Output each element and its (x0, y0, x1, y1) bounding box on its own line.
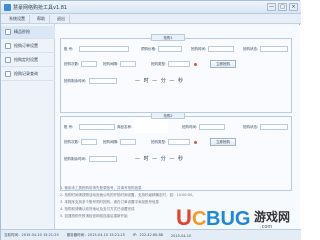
watermark-u: U (176, 205, 192, 230)
sidebar-item-label: 精品秒抢 (14, 29, 30, 34)
close-button[interactable]: × (289, 3, 298, 11)
redacted-area (134, 119, 168, 133)
status-field (260, 46, 288, 52)
interval-field[interactable] (120, 61, 136, 67)
window-title: 慧豪网络购抢工具v1.81 (13, 5, 68, 11)
count-label: 抢购次数: (64, 140, 80, 144)
status-local-time: 当前时间：2015-04-10 15:21:25 (4, 233, 59, 237)
document-icon (5, 29, 11, 35)
remaining-time-field (89, 78, 117, 84)
type-field[interactable] (168, 61, 190, 67)
instruction-line: 4. 抢购前请确认收货地址及支付方式已设置完成 (60, 207, 135, 211)
price-label: 预购价格: (141, 47, 157, 51)
count-field[interactable] (81, 139, 97, 145)
watermark-domain: .com (260, 224, 273, 230)
type-label: 抢购类型: (151, 62, 167, 66)
time-label: 抢购时间: (182, 125, 198, 129)
remaining-time-label: 抢购剩余时间: (64, 157, 87, 161)
interval-label: 抢购间隔: (103, 140, 119, 144)
panel-title: 抢购2 (151, 112, 185, 119)
status-date: 2015-04-10 (170, 233, 192, 238)
time-field[interactable] (208, 46, 234, 52)
sidebar: 精品秒抢 抢购订单设置 抢购定时设置 抢购记录查询 (1, 24, 55, 229)
settings-icon (5, 43, 11, 49)
sidebar-item-label: 抢购定时设置 (14, 57, 38, 62)
status-server-time: 服务器时间：2015-04-10 15:21:25 (66, 233, 125, 237)
sidebar-item-timer-settings[interactable]: 抢购定时设置 (1, 54, 55, 67)
remaining-time-label: 抢购剩余时间: (64, 79, 87, 83)
time-field[interactable] (199, 124, 225, 130)
sidebar-item-history[interactable]: 抢购记录查询 (1, 68, 55, 81)
count-label: 抢购次数: (64, 62, 80, 66)
account-field[interactable] (79, 46, 129, 52)
status-field (260, 124, 288, 130)
type-label: 抢购类型: (151, 140, 167, 144)
instruction-line: 1. 使用本工具抢购前请先登录账号，并填写抢购信息 (60, 186, 142, 190)
account-field[interactable] (79, 124, 115, 130)
watermark-cn: 游戏网 (254, 210, 291, 224)
instruction-line: 5. 如遇抢购失败请检查网络连接后重新开始 (60, 214, 128, 218)
title-bar: 慧豪网络购抢工具v1.81 — □ × (1, 1, 301, 14)
product-label: 商品名称: (117, 125, 133, 129)
remaining-time-field (89, 156, 117, 162)
status-label: 抢购状态: (243, 125, 259, 129)
start-purchase-button[interactable]: 立即抢购 (210, 138, 236, 146)
menu-item-help[interactable]: 帮助 (33, 14, 50, 23)
menu-item-exit[interactable]: 退出 (53, 14, 70, 23)
sidebar-item-flash-buy[interactable]: 精品秒抢 (1, 26, 55, 39)
status-indicator-icon (194, 141, 197, 144)
minimize-button[interactable]: — (267, 3, 276, 11)
sidebar-item-order-settings[interactable]: 抢购订单设置 (1, 40, 55, 53)
sidebar-item-label: 抢购记录查询 (14, 71, 38, 76)
account-label: 账 号: (64, 125, 74, 129)
start-purchase-button[interactable]: 立即抢购 (210, 60, 236, 68)
countdown-timer: — 时 — 分 — 秒 (135, 78, 184, 84)
type-field[interactable] (168, 139, 190, 145)
interval-field[interactable] (120, 139, 136, 145)
status-label: 抢购状态: (243, 47, 259, 51)
count-field[interactable] (81, 61, 97, 67)
status-ip: IP：222.42.60.88 (132, 233, 163, 237)
watermark-bug: BUG (206, 208, 251, 230)
time-label: 抢购时间: (191, 47, 207, 51)
instruction-line: 2. 抢购时间请按照活动页面公布的开抢时间设置，支持秒级精确定时，如：10:00… (60, 193, 196, 197)
app-window: 慧豪网络购抢工具v1.81 — □ × 系统设置 帮助 退出 精品秒抢 抢购订单… (0, 0, 301, 240)
account-label: 账 号: (64, 47, 74, 51)
clock-icon (5, 57, 11, 63)
instruction-line: 3. 本程序支持多个账号同时抢购，请在订单设置中添加账号信息 (60, 200, 159, 204)
status-indicator-icon (194, 63, 197, 66)
window-controls: — □ × (267, 3, 298, 11)
sidebar-item-label: 抢购订单设置 (14, 43, 38, 48)
maximize-button[interactable]: □ (278, 3, 287, 11)
menu-item-settings[interactable]: 系统设置 (5, 14, 30, 23)
watermark-c: C (192, 208, 207, 230)
menu-bar: 系统设置 帮助 退出 (1, 14, 301, 24)
app-icon (4, 4, 11, 11)
interval-label: 抢购间隔: (103, 62, 119, 66)
countdown-timer: — 时 — 分 — 秒 (135, 156, 184, 162)
price-field[interactable] (158, 46, 182, 52)
watermark-logo: U C BUG 游戏网 .com (176, 206, 298, 232)
list-icon (5, 71, 11, 77)
panel-title: 抢购1 (151, 34, 185, 41)
